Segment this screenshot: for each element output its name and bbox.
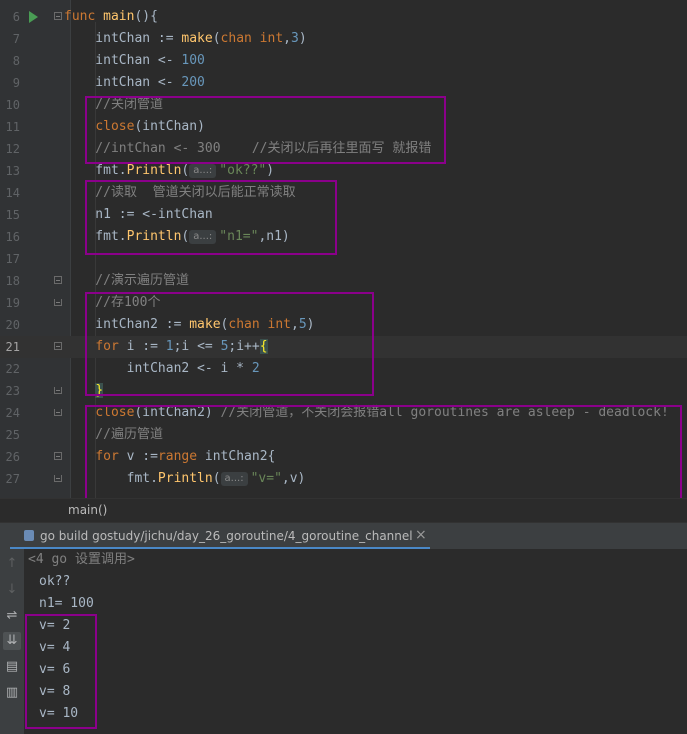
breadcrumb-function[interactable]: main() xyxy=(68,503,107,517)
console-line: n1= 100 xyxy=(39,596,94,611)
scroll-to-end-icon[interactable]: ⇊ xyxy=(3,632,21,650)
fold-icon[interactable] xyxy=(54,342,62,350)
code-text: intChan <- 100 xyxy=(64,50,205,72)
down-arrow-icon[interactable]: ↓ xyxy=(3,581,21,599)
go-build-icon xyxy=(24,530,34,541)
code-line[interactable]: 18 //演示遍历管道 xyxy=(0,270,687,292)
code-editor[interactable]: 6 func main(){7 intChan := make(chan int,… xyxy=(0,0,687,498)
line-number: 12 xyxy=(5,142,20,156)
code-text: intChan <- 200 xyxy=(64,72,205,94)
line-number: 6 xyxy=(12,10,20,24)
line-number: 8 xyxy=(12,54,20,68)
code-text: intChan := make(chan int,3) xyxy=(64,28,307,50)
line-number: 9 xyxy=(12,76,20,90)
code-token: ) xyxy=(298,31,307,46)
run-tool-window-header: go build gostudy/jichu/day_26_goroutine/… xyxy=(0,522,687,550)
code-token: chan int xyxy=(220,31,284,46)
highlight-box-loop xyxy=(85,292,374,396)
line-number: 25 xyxy=(5,428,20,442)
code-token: intChan <- xyxy=(64,75,182,90)
code-token: //演示遍历管道 xyxy=(64,273,189,288)
code-line[interactable]: 6 func main(){ xyxy=(0,6,687,28)
code-token: fmt. xyxy=(64,163,127,178)
trash-icon[interactable]: ▥ xyxy=(3,684,21,702)
code-line[interactable]: 8 intChan <- 100 xyxy=(0,50,687,72)
line-number: 19 xyxy=(5,296,20,310)
code-token: 3 xyxy=(291,31,299,46)
run-icon[interactable] xyxy=(29,11,38,23)
up-arrow-icon[interactable]: ↑ xyxy=(3,555,21,573)
highlight-box-read xyxy=(85,180,337,255)
code-token: main xyxy=(103,9,135,24)
code-token: func xyxy=(64,9,104,24)
run-tab-label: go build gostudy/jichu/day_26_goroutine/… xyxy=(40,529,413,543)
line-number: 23 xyxy=(5,384,20,398)
code-token: 200 xyxy=(181,75,205,90)
console-line: ok?? xyxy=(39,574,71,589)
fold-icon[interactable] xyxy=(54,299,62,306)
highlight-box-close xyxy=(85,96,446,164)
code-token: make xyxy=(181,31,213,46)
run-tab[interactable]: go build gostudy/jichu/day_26_goroutine/… xyxy=(10,523,430,550)
code-token: ( xyxy=(181,163,190,178)
console-output[interactable]: ↑ ↓ ⇌ ⇊ ▤ ▥ <4 go 设置调用> ok?? n1= 100 v= … xyxy=(0,549,687,734)
line-number: 7 xyxy=(12,32,20,46)
code-text: //演示遍历管道 xyxy=(64,270,189,292)
code-line[interactable]: 9 intChan <- 200 xyxy=(0,72,687,94)
fold-icon[interactable] xyxy=(54,452,62,460)
code-token: 100 xyxy=(181,53,205,68)
line-number: 11 xyxy=(5,120,20,134)
console-toolbar: ↑ ↓ ⇌ ⇊ ▤ ▥ xyxy=(0,549,24,734)
code-line[interactable]: 7 intChan := make(chan int,3) xyxy=(0,28,687,50)
code-token: (){ xyxy=(134,9,158,24)
fold-icon[interactable] xyxy=(54,12,62,20)
line-number: 14 xyxy=(5,186,20,200)
parameter-hint: a...: xyxy=(189,164,217,178)
code-token: , xyxy=(283,31,291,46)
code-token: ) xyxy=(266,163,275,178)
console-collapsed-line[interactable]: <4 go 设置调用> xyxy=(28,549,135,571)
line-number: 26 xyxy=(5,450,20,464)
line-number: 20 xyxy=(5,318,20,332)
print-icon[interactable]: ▤ xyxy=(3,658,21,676)
line-number: 10 xyxy=(5,98,20,112)
code-token: "ok??" xyxy=(219,163,267,178)
code-text: func main(){ xyxy=(64,6,158,28)
highlight-box-output xyxy=(25,614,97,729)
line-number: 15 xyxy=(5,208,20,222)
line-number: 17 xyxy=(5,252,20,266)
fold-icon[interactable] xyxy=(54,475,62,482)
line-number: 16 xyxy=(5,230,20,244)
code-token: intChan <- xyxy=(64,53,182,68)
line-number: 27 xyxy=(5,472,20,486)
fold-icon[interactable] xyxy=(54,276,62,284)
line-number: 24 xyxy=(5,406,20,420)
line-number: 13 xyxy=(5,164,20,178)
fold-icon[interactable] xyxy=(54,387,62,394)
line-number: 22 xyxy=(5,362,20,376)
line-number: 18 xyxy=(5,274,20,288)
code-token: intChan := xyxy=(64,31,182,46)
fold-icon[interactable] xyxy=(54,409,62,416)
breadcrumb[interactable]: main() xyxy=(0,498,687,523)
close-icon[interactable]: × xyxy=(415,527,427,543)
code-token: ( xyxy=(212,31,221,46)
soft-wrap-icon[interactable]: ⇌ xyxy=(3,607,21,625)
highlight-box-range xyxy=(85,405,682,498)
line-number: 21 xyxy=(5,340,20,354)
code-token: Println xyxy=(126,163,182,178)
